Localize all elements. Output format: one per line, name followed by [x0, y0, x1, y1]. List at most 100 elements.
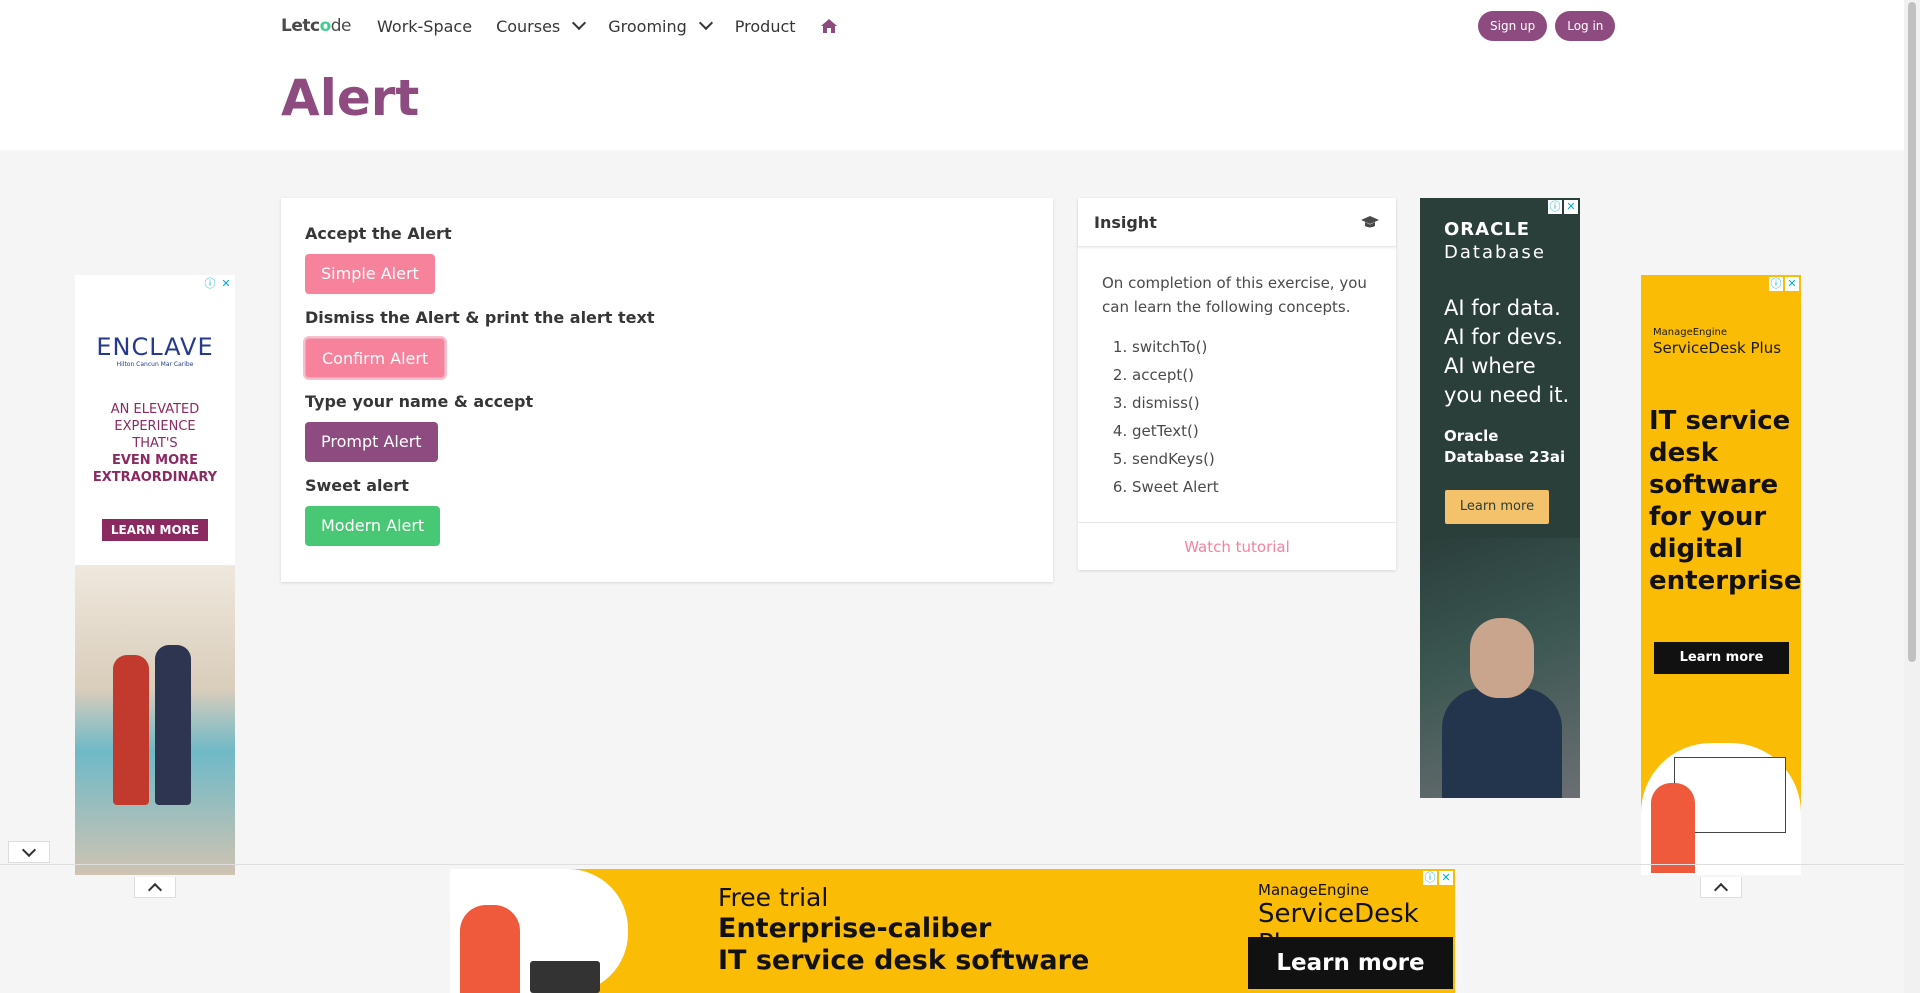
nav-courses[interactable]: Courses [496, 15, 587, 36]
chevron-up-icon [1713, 882, 1729, 897]
bottom-ad-brand: ManageEngine [1258, 881, 1369, 899]
page-title: Alert [281, 69, 420, 127]
bottom-ad-illustration [450, 869, 628, 993]
auth-buttons: Sign up Log in [1478, 11, 1616, 41]
insight-card: Insight On completion of this exercise, … [1078, 198, 1396, 570]
adchoices-icon[interactable]: ⓘ [1548, 200, 1562, 214]
sticky-ad-divider [0, 864, 1904, 865]
nav-home[interactable] [820, 18, 838, 34]
bottom-ad-line: IT service desk software [718, 945, 1090, 976]
me-headline-line: IT service [1649, 406, 1791, 436]
person-figure [1442, 688, 1562, 798]
nav-label: Grooming [608, 16, 687, 36]
oracle-line: AI for data. [1444, 296, 1561, 320]
oracle-learn-more-button[interactable]: Learn more [1445, 490, 1549, 524]
enclave-line: EXPERIENCE [114, 419, 196, 434]
nav-grooming[interactable]: Grooming [608, 15, 713, 36]
nav-label: Courses [496, 16, 561, 36]
scrollbar-thumb[interactable] [1908, 2, 1916, 662]
me-headline: IT service desk software for your digita… [1649, 405, 1801, 597]
enclave-line: AN ELEVATED [110, 402, 200, 417]
close-icon[interactable]: ✕ [219, 277, 233, 291]
signup-button[interactable]: Sign up [1478, 11, 1548, 41]
login-button[interactable]: Log in [1555, 11, 1616, 41]
expand-enclave-ad-toggle[interactable] [134, 877, 176, 898]
navbar: Letcode Work-Space Courses Grooming Prod… [281, 0, 862, 52]
simple-alert-button[interactable]: Simple Alert [305, 254, 435, 294]
graduation-cap-icon [1361, 216, 1379, 228]
oracle-db-label: Oracle Database 23ai [1444, 426, 1565, 468]
me-learn-more-button[interactable]: Learn more [1654, 642, 1789, 674]
concept-item: dismiss() [1132, 389, 1372, 417]
insight-header: Insight [1078, 198, 1396, 247]
oracle-line: AI where you need it. [1444, 354, 1570, 407]
oracle-line: AI for devs. [1444, 325, 1564, 349]
letcode-logo[interactable]: Letcode [281, 16, 352, 36]
nav-label: Product [734, 16, 796, 36]
concept-item: getText() [1132, 417, 1372, 445]
chevron-up-icon [147, 882, 163, 897]
nav-product[interactable]: Product [735, 17, 796, 36]
oracle-db-line: Oracle [1444, 427, 1499, 445]
me-illustration [1641, 743, 1801, 875]
logo-text: o [319, 16, 332, 36]
oracle-db-line: Database 23ai [1444, 448, 1566, 466]
insight-title: Insight [1094, 212, 1157, 232]
me-headline-line: enterprise [1649, 566, 1801, 596]
enclave-logo: ENCLAVE [96, 333, 214, 361]
concept-item: switchTo() [1132, 333, 1372, 361]
logo-text: c [310, 16, 320, 36]
manageengine-side-ad[interactable]: ⓘ ✕ ManageEngine ServiceDesk Plus IT serv… [1641, 275, 1801, 875]
person-face [1470, 618, 1534, 698]
enclave-sub: Hilton Cancun Mar Caribe [116, 361, 194, 368]
concept-item: Sweet Alert [1132, 473, 1372, 501]
enclave-line: EVEN MORE [111, 453, 199, 468]
me-headline-line: software [1649, 470, 1779, 500]
me-product: ServiceDesk Plus [1653, 339, 1782, 357]
insight-intro: On completion of this exercise, you can … [1102, 274, 1367, 316]
confirm-alert-button[interactable]: Confirm Alert [305, 338, 446, 378]
close-icon[interactable]: ✕ [1564, 200, 1578, 214]
chevron-down-icon [698, 15, 713, 31]
oracle-photo [1420, 538, 1580, 798]
header-area: Letcode Work-Space Courses Grooming Prod… [0, 0, 1904, 150]
watch-tutorial-link[interactable]: Watch tutorial [1078, 522, 1396, 571]
nav-workspace[interactable]: Work-Space [377, 17, 472, 36]
free-trial-text: Free trial [718, 883, 829, 912]
adchoices-icon[interactable]: ⓘ [1769, 277, 1783, 291]
vertical-scrollbar[interactable] [1904, 0, 1920, 993]
enclave-ad[interactable]: ⓘ ✕ ENCLAVE Hilton Cancun Mar Caribe AN E… [75, 275, 235, 875]
oracle-sub: Database [1444, 242, 1546, 263]
chevron-down-icon [21, 842, 37, 857]
manageengine-bottom-ad[interactable]: ⓘ ✕ Free trial Enterprise-caliber IT serv… [450, 869, 1455, 993]
ad-controls: ⓘ ✕ [1548, 200, 1578, 214]
close-icon[interactable]: ✕ [1785, 277, 1799, 291]
sweet-alert-label: Sweet alert [305, 476, 409, 495]
bottom-learn-more-button[interactable]: Learn more [1248, 937, 1453, 989]
me-headline-line: digital [1649, 534, 1743, 564]
bottom-ad-line: Enterprise-caliber [718, 913, 992, 944]
concept-item: sendKeys() [1132, 445, 1372, 473]
modern-alert-button[interactable]: Modern Alert [305, 506, 441, 546]
ad-controls: ⓘ ✕ [1769, 277, 1799, 291]
close-icon[interactable]: ✕ [1439, 871, 1453, 885]
me-headline-line: for your [1649, 502, 1767, 532]
chevron-down-icon [572, 15, 587, 31]
laptop-graphic [530, 961, 600, 993]
prompt-alert-button[interactable]: Prompt Alert [305, 422, 438, 462]
oracle-ad[interactable]: ⓘ ✕ ORACLE Database AI for data. AI for d… [1420, 198, 1580, 798]
expand-side-ad-toggle[interactable] [1700, 877, 1742, 898]
concept-item: accept() [1132, 361, 1372, 389]
insight-body: On completion of this exercise, you can … [1078, 247, 1396, 501]
adchoices-icon[interactable]: ⓘ [1423, 871, 1437, 885]
enclave-line: THAT'S [132, 436, 178, 451]
oracle-text: AI for data. AI for devs. AI where you n… [1444, 294, 1574, 410]
adchoices-icon[interactable]: ⓘ [203, 277, 217, 291]
enclave-line: EXTRAORDINARY [92, 470, 218, 485]
me-headline-line: desk [1649, 438, 1719, 468]
enclave-learn-more-button[interactable]: LEARN MORE [102, 519, 208, 541]
collapse-left-toggle[interactable] [8, 841, 50, 863]
logo-text: de [330, 16, 352, 36]
accept-alert-label: Accept the Alert [305, 224, 452, 243]
person-figure [460, 905, 520, 993]
